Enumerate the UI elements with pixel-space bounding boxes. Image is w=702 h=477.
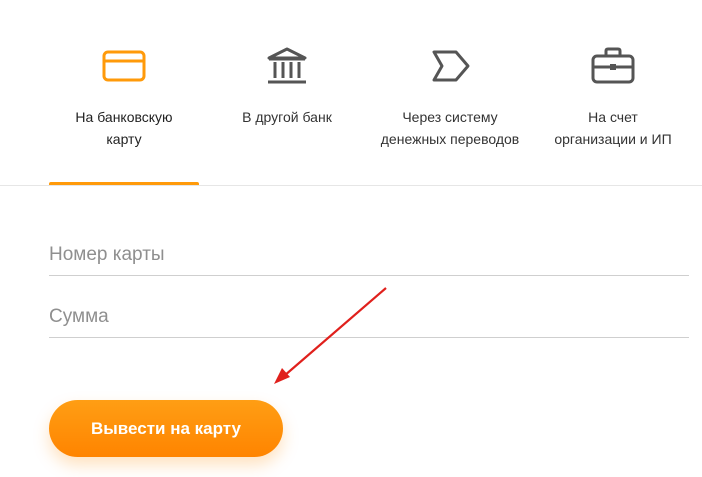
amount-input[interactable] [49, 298, 689, 336]
tab-label: В другой банк [242, 109, 332, 125]
tab-label: На банковскую карту [75, 109, 173, 147]
withdraw-method-tabs: На банковскую карту В другой банк Через … [0, 0, 702, 186]
bank-icon [263, 44, 311, 88]
withdraw-page: На банковскую карту В другой банк Через … [0, 0, 702, 477]
tab-label: Через систему денежных переводов [380, 109, 520, 147]
transfer-icon [426, 44, 474, 88]
briefcase-icon [589, 44, 637, 88]
card-icon [100, 44, 148, 88]
tab-bank-card[interactable]: На банковскую карту [49, 0, 199, 186]
tab-money-transfer-system[interactable]: Через систему денежных переводов [372, 0, 528, 186]
withdraw-to-card-button[interactable]: Вывести на карту [49, 400, 283, 457]
card-number-input[interactable] [49, 236, 689, 274]
tabs-divider [0, 185, 702, 186]
tab-label: На счет организации и ИП [554, 109, 672, 147]
amount-field [49, 298, 689, 338]
tab-other-bank[interactable]: В другой банк [212, 0, 362, 186]
tab-organization-account[interactable]: На счет организации и ИП [540, 0, 686, 186]
card-number-field [49, 236, 689, 276]
